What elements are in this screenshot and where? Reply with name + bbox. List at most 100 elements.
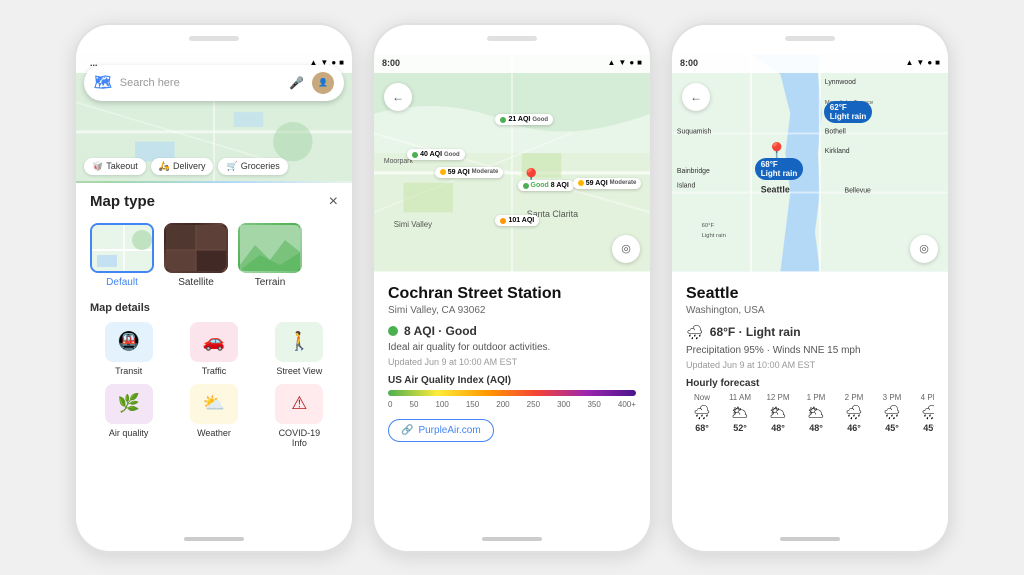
- hourly-temp-5: 45°: [885, 423, 899, 433]
- location-button-2[interactable]: ◎: [612, 235, 640, 263]
- map-background-1: ... ▲▼●■ 🗺 Search here 🎤 👤 🥡Takeout: [76, 53, 352, 183]
- svg-text:60°F: 60°F: [702, 223, 715, 229]
- hourly-icon-2: 🌥: [769, 404, 787, 421]
- hourly-temp-1: 52°: [733, 423, 747, 433]
- hourly-time-2: 12 PM: [766, 393, 789, 402]
- chip-takeout[interactable]: 🥡Takeout: [84, 158, 146, 175]
- hourly-time-1: 11 AM: [729, 393, 751, 402]
- speaker-1: [189, 36, 239, 41]
- covid-icon-box: ⚠: [275, 384, 323, 424]
- speaker-2: [487, 36, 537, 41]
- home-indicator-1: [184, 537, 244, 541]
- phone-bottom-bar-2: [374, 527, 650, 551]
- hourly-2pm: 2 PM 🌧 46°: [838, 393, 870, 433]
- time-2: 8:00: [382, 58, 400, 68]
- aqi-scale-label: US Air Quality Index (AQI): [388, 375, 636, 386]
- search-bar[interactable]: 🗺 Search here 🎤 👤: [84, 65, 344, 101]
- avatar[interactable]: 👤: [312, 72, 334, 94]
- svg-text:Bothell: Bothell: [825, 128, 846, 135]
- hourly-row: Now 🌧 68° 11 AM 🌥 52° 12 PM 🌥 48°: [686, 393, 934, 433]
- weather-bubble-68: 68°FLight rain: [755, 158, 803, 180]
- aqi-text: 8 AQI · Good: [404, 324, 477, 338]
- hourly-time-4: 2 PM: [845, 393, 864, 402]
- phone-1-content: ... ▲▼●■ 🗺 Search here 🎤 👤 🥡Takeout: [76, 53, 352, 527]
- map-type-satellite[interactable]: Satellite: [164, 223, 228, 288]
- close-button[interactable]: ×: [329, 193, 338, 211]
- aqi-marker-59b: 59 AQI Moderate: [573, 178, 642, 189]
- map-type-panel: Map type ×: [76, 183, 352, 527]
- chip-groceries[interactable]: 🛒Groceries: [218, 158, 287, 175]
- hourly-icon-6: 🌧: [921, 404, 934, 421]
- aqi-scale-numbers: 050100150200250300350400+: [388, 400, 636, 409]
- map-type-label-terrain: Terrain: [255, 277, 286, 288]
- hourly-now: Now 🌧 68°: [686, 393, 718, 433]
- info-panel-2: Cochran Street Station Simi Valley, CA 9…: [374, 273, 650, 527]
- phone-2: Santa Clarita Simi Valley Moorpark 8:00 …: [372, 23, 652, 553]
- map-type-label-default: Default: [106, 277, 138, 288]
- map-type-terrain[interactable]: Terrain: [238, 223, 302, 288]
- home-indicator-2: [482, 537, 542, 541]
- hourly-time-0: Now: [694, 393, 710, 402]
- purpleair-text: PurpleAir.com: [418, 425, 480, 436]
- location-name-3: Seattle: [686, 285, 934, 303]
- aqi-scale-bar: [388, 390, 636, 396]
- hourly-12pm: 12 PM 🌥 48°: [762, 393, 794, 433]
- hourly-time-3: 1 PM: [807, 393, 826, 402]
- detail-weather[interactable]: ⛅ Weather: [175, 384, 252, 448]
- hourly-icon-5: 🌧: [883, 404, 901, 421]
- weather-bubble-62: 62°FLight rain: [824, 101, 872, 123]
- svg-text:Island: Island: [677, 182, 696, 189]
- svg-text:Suquamish: Suquamish: [677, 128, 712, 135]
- detail-label-weather: Weather: [197, 428, 231, 438]
- back-button-3[interactable]: ←: [682, 83, 710, 111]
- hourly-temp-4: 46°: [847, 423, 861, 433]
- info-panel-3: Seattle Washington, USA 🌧 68°F · Light r…: [672, 273, 948, 527]
- location-name-2: Cochran Street Station: [388, 285, 636, 303]
- aqi-marker-101: 101 AQI: [495, 215, 539, 226]
- detail-street[interactable]: 🚶 Street View: [261, 322, 338, 376]
- svg-text:Simi Valley: Simi Valley: [394, 220, 432, 229]
- weather-icon-box-1: ⛅: [190, 384, 238, 424]
- aqi-summary: 8 AQI · Good: [388, 324, 636, 338]
- hourly-temp-0: 68°: [695, 423, 709, 433]
- detail-air[interactable]: 🌿 Air quality: [90, 384, 167, 448]
- traffic-icon-box: 🚗: [190, 322, 238, 362]
- map-details-label: Map details: [90, 302, 338, 314]
- phone-2-content: Santa Clarita Simi Valley Moorpark 8:00 …: [374, 53, 650, 527]
- phone-bottom-bar-3: [672, 527, 948, 551]
- detail-label-traffic: Traffic: [202, 366, 227, 376]
- map-type-default[interactable]: Default: [90, 223, 154, 288]
- location-button-3[interactable]: ◎: [910, 235, 938, 263]
- phone-top-bar-3: [672, 25, 948, 53]
- hourly-11am: 11 AM 🌥 52°: [724, 393, 756, 433]
- status-icons-2: ▲▼●■: [607, 58, 642, 67]
- hourly-icon-0: 🌧: [693, 404, 711, 421]
- map-details-grid: 🚇 Transit 🚗 Traffic 🚶 Street View 🌿 Air …: [90, 322, 338, 448]
- weather-icon-box-3: 🌧: [686, 324, 704, 341]
- back-button-2[interactable]: ←: [384, 83, 412, 111]
- svg-text:Bellevue: Bellevue: [845, 187, 872, 194]
- svg-text:Kirkland: Kirkland: [825, 148, 850, 155]
- phone-1: ... ▲▼●■ 🗺 Search here 🎤 👤 🥡Takeout: [74, 23, 354, 553]
- mic-icon[interactable]: 🎤: [289, 76, 304, 90]
- svg-text:Seattle: Seattle: [761, 184, 790, 194]
- home-indicator-3: [780, 537, 840, 541]
- phone-top-bar-2: [374, 25, 650, 53]
- detail-covid[interactable]: ⚠ COVID-19Info: [261, 384, 338, 448]
- speaker-3: [785, 36, 835, 41]
- panel-header: Map type ×: [90, 193, 338, 211]
- chip-delivery[interactable]: 🛵Delivery: [151, 158, 214, 175]
- detail-traffic[interactable]: 🚗 Traffic: [175, 322, 252, 376]
- air-icon-box: 🌿: [105, 384, 153, 424]
- detail-label-transit: Transit: [115, 366, 142, 376]
- map-type-label-satellite: Satellite: [178, 277, 214, 288]
- hourly-time-5: 3 PM: [883, 393, 902, 402]
- aqi-marker-21: 21 AQI Good: [495, 114, 553, 125]
- maps-logo: 🗺: [94, 74, 112, 91]
- detail-label-covid: COVID-19Info: [279, 428, 321, 448]
- aqi-updated: Updated Jun 9 at 10:00 AM EST: [388, 357, 636, 367]
- detail-transit[interactable]: 🚇 Transit: [90, 322, 167, 376]
- purpleair-icon: 🔗: [401, 425, 413, 436]
- aqi-marker-40: 40 AQI Good: [407, 149, 465, 160]
- purpleair-link[interactable]: 🔗 PurpleAir.com: [388, 419, 494, 442]
